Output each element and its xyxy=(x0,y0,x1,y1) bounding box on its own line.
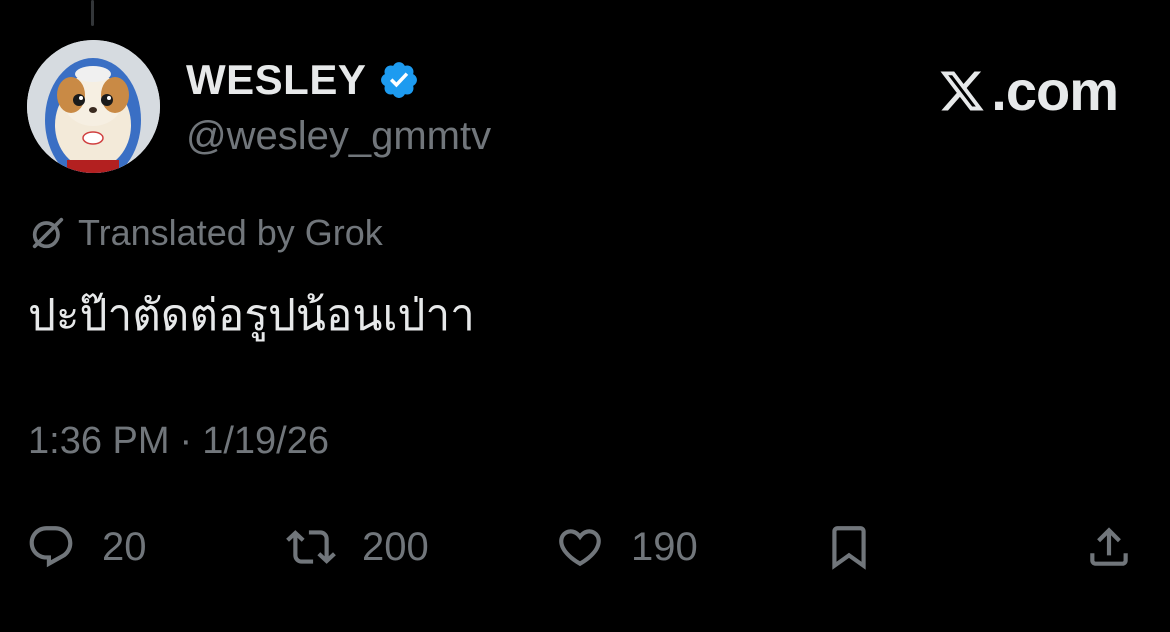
translated-by-label: Translated by Grok xyxy=(78,212,383,253)
user-handle[interactable]: @wesley_gmmtv xyxy=(186,114,491,159)
x-logo-icon xyxy=(940,71,984,110)
tweet-date: 1/19/26 xyxy=(202,420,329,462)
reply-count: 20 xyxy=(102,524,147,569)
tweet-timestamp[interactable]: 1:36 PM · 1/19/26 xyxy=(28,420,329,463)
timestamp-separator: · xyxy=(179,420,193,462)
bookmark-button[interactable] xyxy=(824,512,874,582)
verified-badge-icon xyxy=(381,62,418,98)
tweet-text: ปะป๊าตัดต่อรูปน้อนเป่าา xyxy=(28,290,475,341)
thread-connector-line xyxy=(91,0,94,26)
repost-icon xyxy=(286,530,336,564)
tweet-time: 1:36 PM xyxy=(28,420,170,462)
share-button[interactable] xyxy=(1084,512,1134,582)
translation-notice[interactable]: Translated by Grok xyxy=(28,212,383,254)
brand-watermark: .com xyxy=(937,58,1119,123)
display-name[interactable]: WESLEY xyxy=(186,56,366,104)
repost-button[interactable]: 200 xyxy=(286,512,429,582)
reply-icon xyxy=(29,526,73,568)
bookmark-icon xyxy=(832,526,866,570)
repost-count: 200 xyxy=(362,524,429,569)
reply-button[interactable]: 20 xyxy=(26,512,147,582)
avatar[interactable] xyxy=(27,40,160,173)
grok-icon xyxy=(32,217,64,249)
action-bar: 20 200 190 xyxy=(0,512,1170,582)
like-button[interactable]: 190 xyxy=(555,512,698,582)
brand-domain-text: .com xyxy=(991,59,1119,122)
like-count: 190 xyxy=(631,524,698,569)
display-name-row: WESLEY xyxy=(186,54,491,106)
share-icon xyxy=(1090,527,1128,566)
heart-icon xyxy=(559,529,601,567)
user-info: WESLEY @wesley_gmmtv xyxy=(186,54,491,159)
